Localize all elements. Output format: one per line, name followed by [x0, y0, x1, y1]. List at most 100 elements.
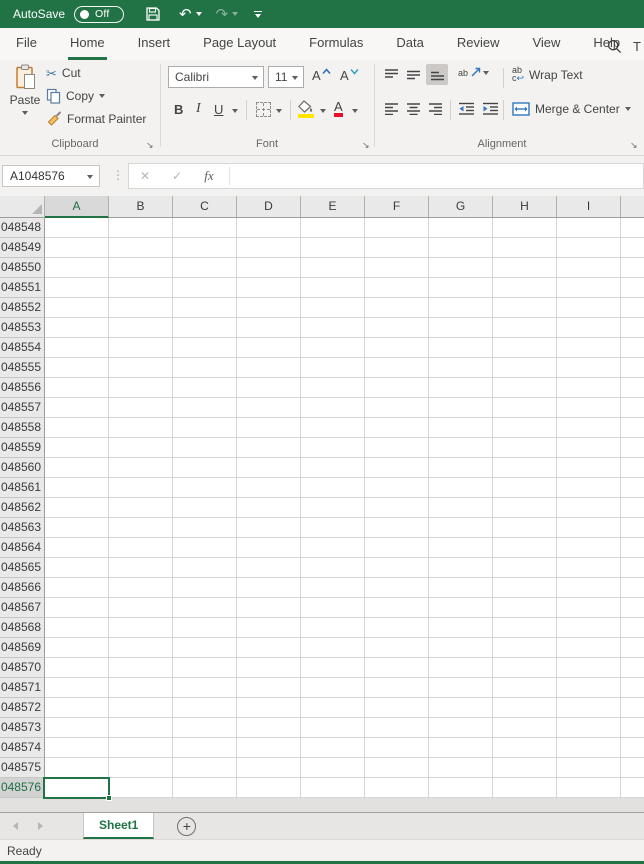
- save-button[interactable]: [141, 2, 165, 26]
- cell[interactable]: [557, 318, 621, 338]
- cell[interactable]: [429, 658, 493, 678]
- cell[interactable]: [365, 678, 429, 698]
- cell[interactable]: [109, 498, 173, 518]
- cell[interactable]: [173, 458, 237, 478]
- cell[interactable]: [301, 338, 365, 358]
- cell[interactable]: [301, 458, 365, 478]
- cell[interactable]: [429, 478, 493, 498]
- font-size-combo[interactable]: 11: [268, 66, 304, 88]
- row-header-048570[interactable]: 048570: [0, 658, 45, 678]
- cell[interactable]: [493, 358, 557, 378]
- cell-partial[interactable]: [621, 658, 644, 678]
- cell[interactable]: [493, 738, 557, 758]
- cell[interactable]: [109, 478, 173, 498]
- cell[interactable]: [173, 698, 237, 718]
- cell[interactable]: [237, 438, 301, 458]
- fill-handle[interactable]: [106, 795, 112, 801]
- cell[interactable]: [301, 738, 365, 758]
- cell[interactable]: [429, 318, 493, 338]
- cell-partial[interactable]: [621, 538, 644, 558]
- cell-partial[interactable]: [621, 218, 644, 238]
- search-button[interactable]: T: [607, 39, 644, 54]
- cell[interactable]: [237, 398, 301, 418]
- cell[interactable]: [45, 678, 109, 698]
- decrease-indent-button[interactable]: [458, 102, 475, 115]
- redo-button[interactable]: ↷: [212, 2, 243, 26]
- row-header-048560[interactable]: 048560: [0, 458, 45, 478]
- cell[interactable]: [45, 338, 109, 358]
- cell[interactable]: [557, 618, 621, 638]
- cell[interactable]: [45, 758, 109, 778]
- cell[interactable]: [237, 558, 301, 578]
- cell[interactable]: [109, 418, 173, 438]
- cell[interactable]: [365, 538, 429, 558]
- cell[interactable]: [45, 218, 109, 238]
- cell[interactable]: [365, 758, 429, 778]
- cell[interactable]: [173, 658, 237, 678]
- cell[interactable]: [173, 418, 237, 438]
- cell[interactable]: [173, 538, 237, 558]
- increase-font-button[interactable]: A: [312, 68, 331, 83]
- cell[interactable]: [365, 298, 429, 318]
- cell[interactable]: [237, 638, 301, 658]
- cell[interactable]: [365, 618, 429, 638]
- cell[interactable]: [557, 658, 621, 678]
- cell[interactable]: [557, 678, 621, 698]
- increase-indent-button[interactable]: [482, 102, 499, 115]
- cell[interactable]: [45, 618, 109, 638]
- cell[interactable]: [429, 438, 493, 458]
- cell[interactable]: [109, 278, 173, 298]
- cell[interactable]: [365, 498, 429, 518]
- cell[interactable]: [45, 298, 109, 318]
- cell[interactable]: [301, 278, 365, 298]
- cell[interactable]: [557, 498, 621, 518]
- cell[interactable]: [429, 258, 493, 278]
- cell-partial[interactable]: [621, 458, 644, 478]
- cell[interactable]: [109, 618, 173, 638]
- fill-color-dropdown-icon[interactable]: [320, 109, 326, 113]
- cell[interactable]: [557, 638, 621, 658]
- cell[interactable]: [557, 438, 621, 458]
- row-header-048550[interactable]: 048550: [0, 258, 45, 278]
- column-header-partial[interactable]: [621, 196, 644, 218]
- cell[interactable]: [493, 778, 557, 798]
- cell[interactable]: [365, 258, 429, 278]
- cell-partial[interactable]: [621, 318, 644, 338]
- ribbon-tab-insert[interactable]: Insert: [136, 35, 173, 60]
- formula-bar-splitter[interactable]: ⋮: [112, 168, 124, 182]
- row-header-048565[interactable]: 048565: [0, 558, 45, 578]
- cell[interactable]: [493, 538, 557, 558]
- font-color-button[interactable]: A: [334, 99, 343, 117]
- cell[interactable]: [237, 298, 301, 318]
- cell[interactable]: [365, 358, 429, 378]
- cell[interactable]: [493, 518, 557, 538]
- cell[interactable]: [173, 298, 237, 318]
- cell[interactable]: [237, 698, 301, 718]
- cell[interactable]: [493, 218, 557, 238]
- cell-partial[interactable]: [621, 378, 644, 398]
- cell[interactable]: [493, 458, 557, 478]
- cell[interactable]: [45, 238, 109, 258]
- row-header-048573[interactable]: 048573: [0, 718, 45, 738]
- cell[interactable]: [301, 578, 365, 598]
- column-header-d[interactable]: D: [237, 196, 301, 218]
- cell[interactable]: [237, 218, 301, 238]
- cell[interactable]: [365, 698, 429, 718]
- cell[interactable]: [301, 718, 365, 738]
- column-header-g[interactable]: G: [429, 196, 493, 218]
- cell[interactable]: [173, 438, 237, 458]
- cell-partial[interactable]: [621, 478, 644, 498]
- cell[interactable]: [429, 738, 493, 758]
- cell-partial[interactable]: [621, 598, 644, 618]
- orientation-button[interactable]: ab: [458, 67, 490, 78]
- undo-button[interactable]: ↶: [175, 2, 206, 26]
- cell[interactable]: [109, 718, 173, 738]
- align-left-button[interactable]: [384, 102, 399, 115]
- cell[interactable]: [429, 358, 493, 378]
- column-header-i[interactable]: I: [557, 196, 621, 218]
- cell[interactable]: [301, 658, 365, 678]
- cell[interactable]: [237, 278, 301, 298]
- row-header-048576[interactable]: 048576: [0, 778, 45, 798]
- enter-icon[interactable]: ✓: [161, 169, 193, 183]
- cell[interactable]: [301, 678, 365, 698]
